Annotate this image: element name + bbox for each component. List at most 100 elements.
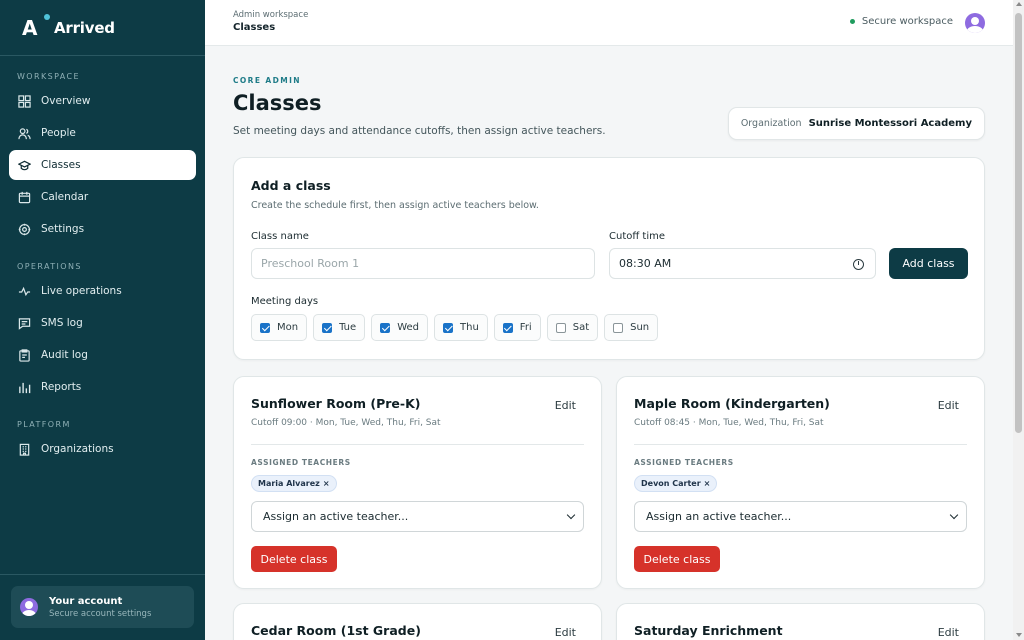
building-icon [17,442,31,456]
assign-teacher-select[interactable]: Assign an active teacher... [251,501,584,532]
assigned-teachers-label: ASSIGNED TEACHERS [251,458,351,467]
remove-teacher-icon[interactable]: × [704,479,711,488]
divider [251,444,584,445]
sidebar-item-people[interactable]: People [9,118,196,148]
people-icon [17,126,31,140]
sidebar-item-reports[interactable]: Reports [9,372,196,402]
breadcrumb-current: Classes [233,22,276,33]
checkbox-icon[interactable] [260,322,270,333]
account-subtitle: Secure account settings [49,608,152,619]
organization-label: Organization [740,118,802,129]
teacher-name: Maria Alvarez [258,479,320,488]
teacher-chip: Devon Carter × [634,475,718,492]
day-label: Tue [339,322,357,333]
day-checkbox-tue[interactable]: Tue [313,314,366,341]
sidebar-item-label: Overview [41,95,91,107]
sidebar-item-audit-log[interactable]: Audit log [9,340,196,370]
topbar: Admin workspace Classes Secure workspace [205,0,1013,46]
day-label: Fri [519,322,532,333]
sidebar-item-overview[interactable]: Overview [9,86,196,116]
class-card: Sunflower Room (Pre-K) Edit Cutoff 09:00… [233,376,602,589]
assign-teacher-select-value: Assign an active teacher... [646,510,792,523]
add-class-button[interactable]: Add class [889,248,968,279]
divider [634,444,967,445]
checkbox-icon[interactable] [502,322,513,333]
class-name: Cedar Room (1st Grade) [251,623,421,638]
user-avatar[interactable] [965,13,985,33]
cutoff-time-label: Cutoff time [609,231,666,242]
sidebar-item-calendar[interactable]: Calendar [9,182,196,212]
day-checkbox-sat[interactable]: Sat [546,314,599,341]
class-card: Maple Room (Kindergarten) Edit Cutoff 08… [616,376,985,589]
checkbox-icon[interactable] [322,322,333,333]
sidebar-item-organizations[interactable]: Organizations [9,434,196,464]
chevron-down-icon [566,510,576,520]
account-button[interactable]: Your account Secure account settings [11,586,194,628]
checkbox-icon[interactable] [613,322,624,333]
sidebar-item-label: People [41,127,76,139]
secure-status: Secure workspace [849,16,953,27]
secure-status-label: Secure workspace [861,16,953,27]
remove-teacher-icon[interactable]: × [323,479,330,488]
brand-logo: A [22,13,50,40]
meeting-days-label: Meeting days [251,296,319,307]
assigned-teachers-label: ASSIGNED TEACHERS [634,458,734,467]
sidebar-item-settings[interactable]: Settings [9,214,196,244]
class-name: Maple Room (Kindergarten) [634,396,830,411]
day-label: Wed [397,322,419,333]
sidebar-footer: Your account Secure account settings [0,574,205,640]
activity-icon [17,284,31,298]
cutoff-time-value: 08:30 AM [619,257,672,270]
brand-name: Arrived [54,18,115,37]
gear-icon [17,222,31,236]
breadcrumb-parent[interactable]: Admin workspace [233,10,308,20]
edit-class-button[interactable]: Edit [555,399,576,412]
checkbox-icon[interactable] [443,322,453,333]
assign-teacher-select-value: Assign an active teacher... [263,510,409,523]
class-card: Saturday Enrichment Edit [616,603,985,640]
class-name: Sunflower Room (Pre-K) [251,396,421,411]
sidebar-item-label: Organizations [41,443,114,455]
scrollbar-thumb[interactable] [1015,13,1022,433]
day-checkbox-wed[interactable]: Wed [371,314,428,341]
status-dot-icon [849,19,855,24]
chevron-down-icon [949,510,959,520]
sidebar-item-label: SMS log [41,317,83,329]
scroll-down-icon[interactable] [1016,633,1022,637]
assign-teacher-select[interactable]: Assign an active teacher... [634,501,967,532]
sidebar-item-classes[interactable]: Classes [9,150,196,180]
day-label: Sat [572,322,590,333]
checkbox-icon[interactable] [380,322,391,333]
delete-class-button[interactable]: Delete class [251,546,337,572]
scroll-up-icon[interactable] [1016,2,1022,6]
day-checkbox-thu[interactable]: Thu [434,314,488,341]
class-name-input[interactable]: Preschool Room 1 [251,248,595,279]
clock-icon[interactable] [853,259,864,270]
sidebar-item-live-operations[interactable]: Live operations [9,276,196,306]
edit-class-button[interactable]: Edit [938,399,959,412]
scrollbar[interactable] [1013,0,1024,640]
class-card: Cedar Room (1st Grade) Edit [233,603,602,640]
message-icon [17,316,31,330]
nav-section-operations: OPERATIONS [17,262,82,271]
brand[interactable]: A Arrived [0,0,205,56]
delete-class-button[interactable]: Delete class [634,546,720,572]
teacher-name: Devon Carter [641,479,701,488]
edit-class-button[interactable]: Edit [555,626,576,639]
cutoff-time-input[interactable]: 08:30 AM [609,248,876,279]
add-class-card: Add a class Create the schedule first, t… [233,157,985,360]
page-eyebrow: CORE ADMIN [233,76,301,85]
teacher-chip: Maria Alvarez × [251,475,337,492]
day-checkbox-fri[interactable]: Fri [493,314,541,341]
page-subtitle: Set meeting days and attendance cutoffs,… [233,125,606,137]
checkbox-icon[interactable] [555,322,566,333]
day-label: Mon [277,322,299,333]
class-name: Saturday Enrichment [634,623,783,638]
edit-class-button[interactable]: Edit [938,626,959,639]
day-checkbox-mon[interactable]: Mon [251,314,308,341]
add-class-subtitle: Create the schedule first, then assign a… [251,200,539,211]
nav-section-workspace: WORKSPACE [17,72,80,81]
sidebar-item-label: Live operations [41,285,122,297]
sidebar-item-sms-log[interactable]: SMS log [9,308,196,338]
day-checkbox-sun[interactable]: Sun [604,314,659,341]
